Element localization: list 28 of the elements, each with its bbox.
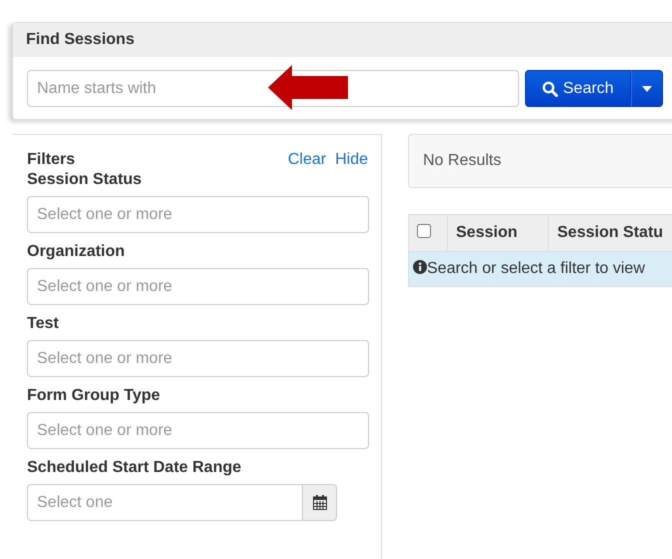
- select-field[interactable]: Select one or more: [27, 196, 369, 233]
- filter-link[interactable]: Clear: [288, 151, 326, 169]
- calendar-icon: [312, 495, 326, 510]
- arrow-icon: [268, 65, 348, 110]
- panel-title: Find Sessions: [13, 23, 672, 57]
- caret-icon: [642, 86, 652, 92]
- search-field[interactable]: Name starts with: [27, 70, 519, 107]
- filter-label: Test: [27, 315, 60, 333]
- filter-label: Scheduled Start Date Range: [27, 459, 242, 477]
- dropdown-button[interactable]: [630, 70, 663, 107]
- filters-title: Filters: [27, 151, 76, 169]
- info-icon: [413, 260, 427, 274]
- select-all-checkbox[interactable]: [417, 224, 431, 238]
- select-field[interactable]: Select one or more: [27, 340, 369, 377]
- info-message: Search or select a filter to view: [408, 252, 672, 286]
- select-field[interactable]: Select one or more: [27, 412, 369, 449]
- calendar-button[interactable]: [303, 484, 337, 521]
- results-status: No Results: [408, 134, 672, 188]
- filter-label: Session Status: [27, 171, 143, 189]
- filter-link[interactable]: Hide: [335, 151, 368, 169]
- filter-label: Form Group Type: [27, 387, 162, 405]
- column-header[interactable]: Session Statu: [548, 214, 672, 252]
- date-field[interactable]: Select one: [27, 484, 303, 521]
- search-button[interactable]: Search: [525, 70, 631, 107]
- select-field[interactable]: Select one or more: [27, 268, 369, 305]
- column-header[interactable]: Session: [448, 214, 549, 252]
- search-icon: [542, 80, 558, 96]
- filter-label: Organization: [27, 243, 126, 261]
